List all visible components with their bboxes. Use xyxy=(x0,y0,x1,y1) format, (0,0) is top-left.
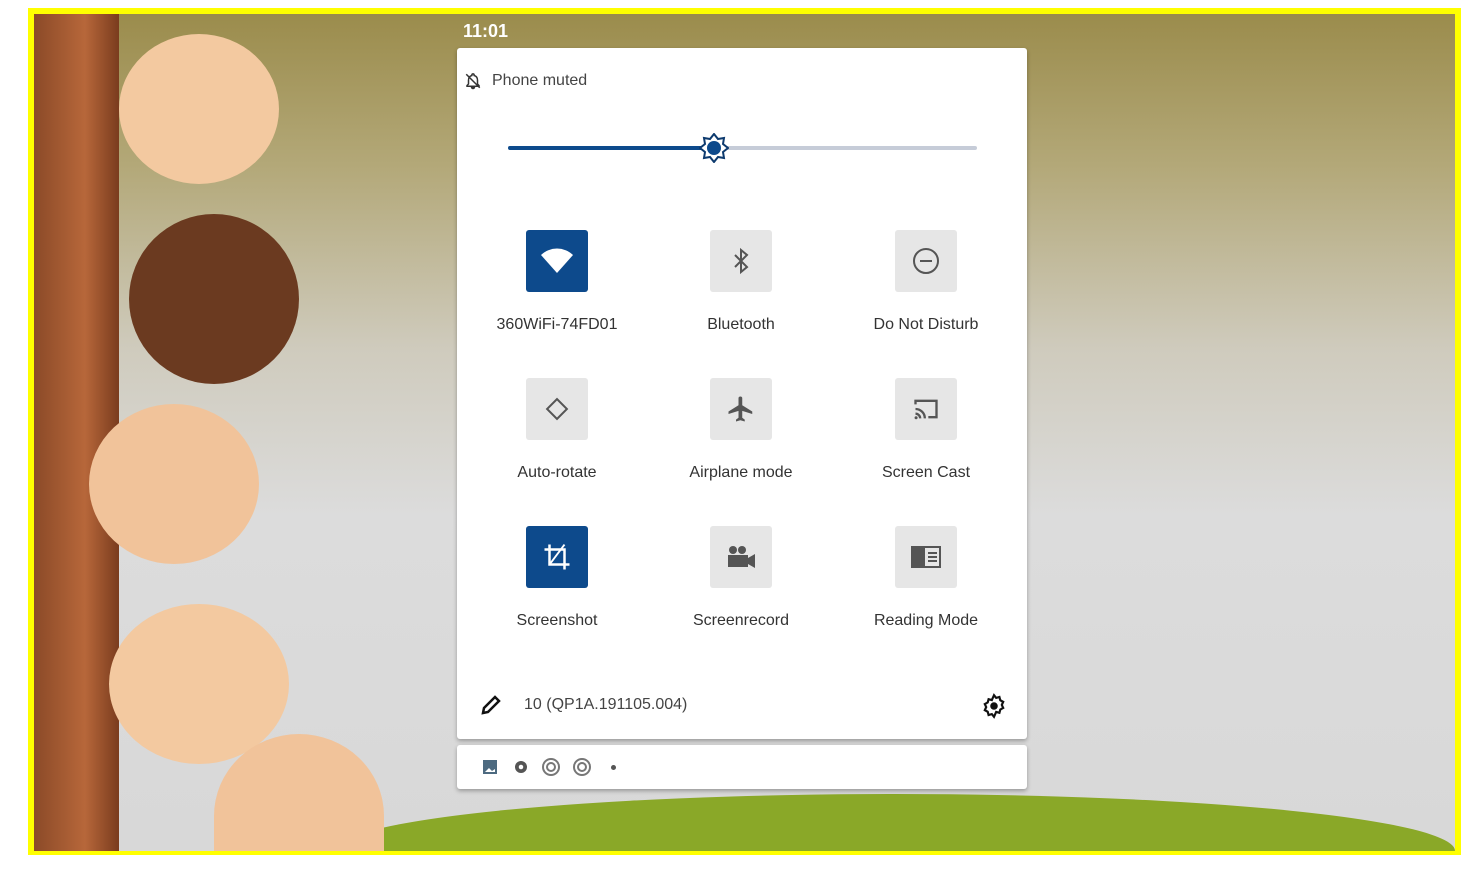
tile-button[interactable] xyxy=(710,230,772,292)
sync-icon xyxy=(573,758,591,776)
tile-label: Reading Mode xyxy=(873,612,979,629)
wifi-icon xyxy=(540,247,574,275)
tile-button[interactable] xyxy=(710,378,772,440)
airplane-icon xyxy=(726,394,756,424)
tile-button[interactable] xyxy=(526,526,588,588)
wallpaper-kid xyxy=(109,604,289,764)
tile-label: Auto-rotate xyxy=(517,464,597,481)
tile-button[interactable] xyxy=(526,378,588,440)
tile-label: Bluetooth xyxy=(707,316,775,333)
brightness-slider-fill xyxy=(508,146,715,150)
brightness-thumb-icon[interactable] xyxy=(698,132,730,164)
tile-button[interactable] xyxy=(895,378,957,440)
more-dot-icon xyxy=(611,765,616,770)
notification-shelf[interactable] xyxy=(457,745,1027,789)
cast-icon xyxy=(910,395,942,423)
ringer-status-label: Phone muted xyxy=(492,72,588,89)
bluetooth-icon xyxy=(729,247,753,275)
tile-airplane-mode[interactable]: Airplane mode xyxy=(651,378,831,482)
gear-icon xyxy=(515,761,527,773)
tile-bluetooth[interactable]: Bluetooth xyxy=(651,230,831,334)
tile-screen-cast[interactable]: Screen Cast xyxy=(836,378,1016,482)
tile-reading-mode[interactable]: Reading Mode xyxy=(836,526,1016,630)
tile-label: Airplane mode xyxy=(689,464,793,481)
do-not-disturb-icon xyxy=(911,246,941,276)
wallpaper-tree xyxy=(34,14,119,851)
tile-button[interactable] xyxy=(526,230,588,292)
tile-auto-rotate[interactable]: Auto-rotate xyxy=(467,378,647,482)
tile-360wifi-74fd01[interactable]: 360WiFi-74FD01 xyxy=(467,230,647,334)
tile-screenrecord[interactable]: Screenrecord xyxy=(651,526,831,630)
edit-pencil-icon[interactable] xyxy=(479,693,503,717)
ringer-status: Phone muted xyxy=(464,72,587,90)
wallpaper-kid xyxy=(89,404,259,564)
tile-label: Screen Cast xyxy=(881,464,971,481)
crop-icon xyxy=(542,542,572,572)
wallpaper-hill xyxy=(334,794,1455,851)
tile-button[interactable] xyxy=(895,526,957,588)
settings-gear-icon[interactable] xyxy=(981,693,1007,719)
sync-icon xyxy=(542,758,560,776)
tile-button[interactable] xyxy=(710,526,772,588)
tile-button[interactable] xyxy=(895,230,957,292)
image-icon xyxy=(483,760,497,774)
tile-screenshot[interactable]: Screenshot xyxy=(467,526,647,630)
bell-off-icon xyxy=(465,73,481,90)
wallpaper-kid xyxy=(119,34,279,184)
tile-label: Screenshot xyxy=(516,612,598,629)
wallpaper-kid xyxy=(129,214,299,384)
brightness-slider[interactable] xyxy=(508,132,977,164)
reading-mode-icon xyxy=(910,544,942,570)
tile-label: Do Not Disturb xyxy=(873,316,979,333)
tile-label: 360WiFi-74FD01 xyxy=(496,316,618,333)
tile-label: Screenrecord xyxy=(692,612,790,629)
build-number: 10 (QP1A.191105.004) xyxy=(524,696,688,713)
auto-rotate-icon xyxy=(542,394,572,424)
status-time: 11:01 xyxy=(463,21,509,41)
tile-do-not-disturb[interactable]: Do Not Disturb xyxy=(836,230,1016,334)
video-camera-icon xyxy=(725,544,757,570)
